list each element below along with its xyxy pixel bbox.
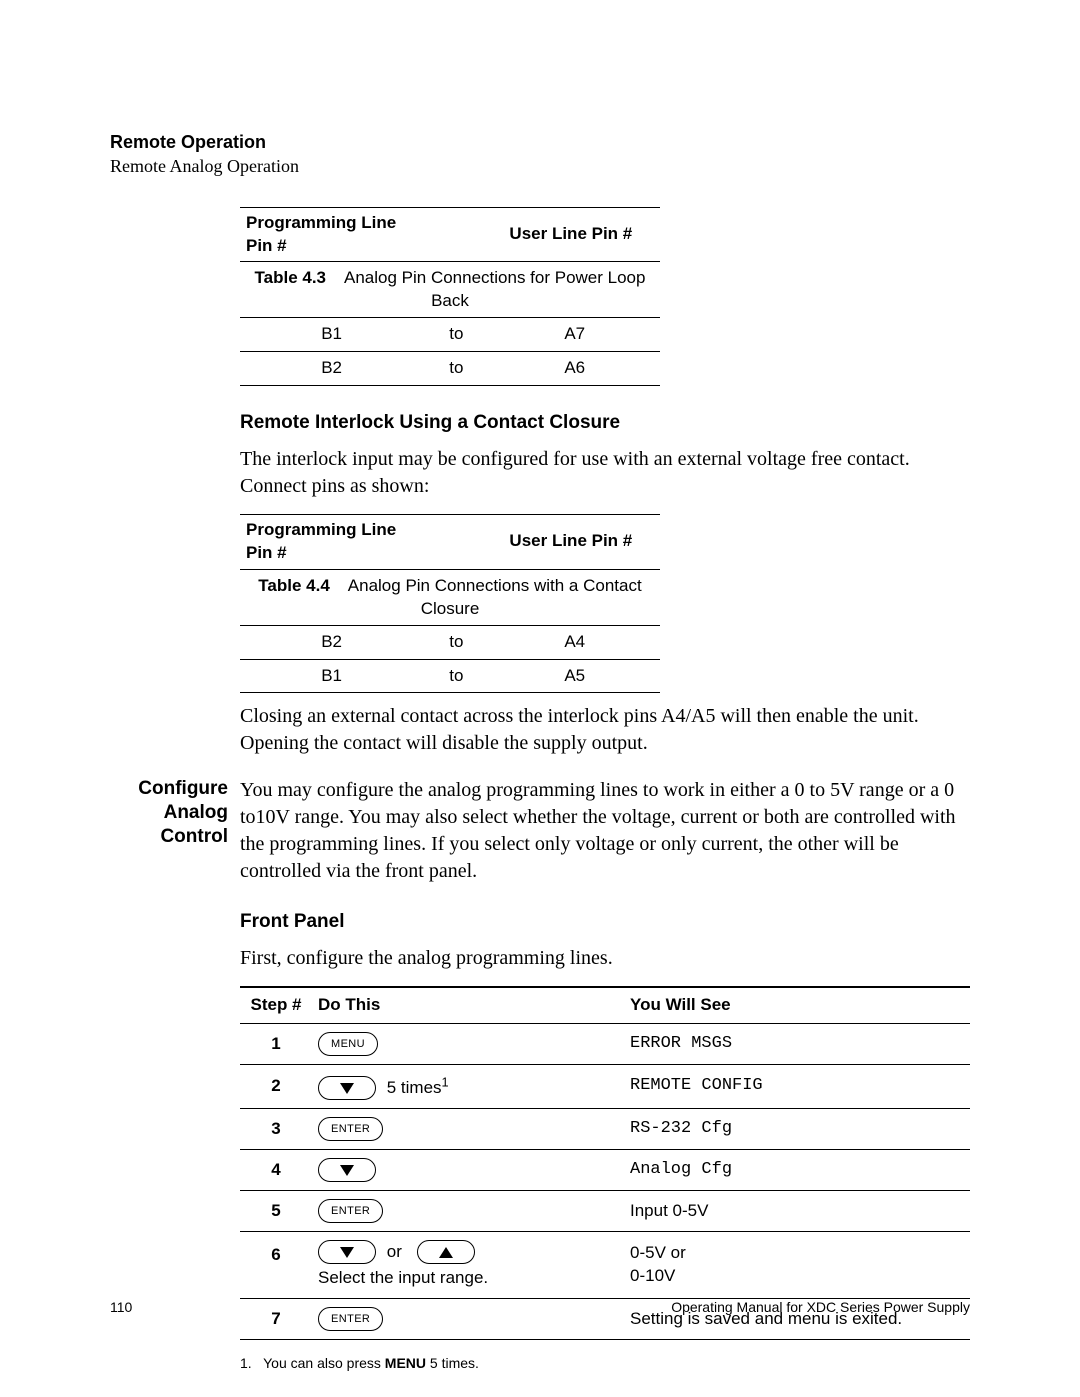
col-you-will-see: You Will See bbox=[624, 987, 970, 1023]
step-number: 1 bbox=[240, 1024, 312, 1065]
col-step: Step # bbox=[240, 987, 312, 1023]
footnote-bold: MENU bbox=[385, 1355, 426, 1371]
table-row: 6 or Select the input range. bbox=[240, 1232, 970, 1299]
triangle-down-icon bbox=[340, 1083, 354, 1094]
col-middle bbox=[423, 514, 489, 569]
header-title: Remote Operation bbox=[110, 130, 970, 154]
footnote-post: 5 times. bbox=[426, 1355, 479, 1371]
step-do bbox=[312, 1150, 624, 1191]
col-prog-pin: Programming Line Pin # bbox=[240, 207, 423, 262]
col-middle bbox=[423, 207, 489, 262]
step-number: 6 bbox=[240, 1232, 312, 1299]
step-see: Analog Cfg bbox=[624, 1150, 970, 1191]
menu-button: MENU bbox=[318, 1032, 378, 1056]
cell: B1 bbox=[240, 318, 423, 352]
step-number: 2 bbox=[240, 1065, 312, 1109]
enter-button: ENTER bbox=[318, 1199, 383, 1223]
cell: B2 bbox=[240, 625, 423, 659]
enter-button: ENTER bbox=[318, 1117, 383, 1141]
table-4-3: Table 4.3 Analog Pin Connections for Pow… bbox=[240, 207, 660, 387]
col-do-this: Do This bbox=[312, 987, 624, 1023]
step-do: ENTER bbox=[312, 1191, 624, 1232]
heading-remote-interlock: Remote Interlock Using a Contact Closure bbox=[240, 410, 970, 436]
triangle-down-icon bbox=[340, 1165, 354, 1176]
margin-label-configure: Configure Analog Control bbox=[110, 777, 228, 848]
step-see: REMOTE CONFIG bbox=[624, 1065, 970, 1109]
table-4-3-number: Table 4.3 bbox=[255, 268, 327, 287]
cell: A5 bbox=[489, 659, 660, 693]
step-do: or Select the input range. bbox=[312, 1232, 624, 1299]
footer-text: Operating Manual for XDC Series Power Su… bbox=[671, 1298, 970, 1317]
cell: A4 bbox=[489, 625, 660, 659]
step-number: 3 bbox=[240, 1109, 312, 1150]
step-do: 5 times1 bbox=[312, 1065, 624, 1109]
table-row: 3 ENTER RS-232 Cfg bbox=[240, 1109, 970, 1150]
cell: to bbox=[423, 318, 489, 352]
triangle-down-icon bbox=[340, 1247, 354, 1258]
heading-front-panel: Front Panel bbox=[240, 909, 970, 935]
table-row: B1 to A5 bbox=[240, 659, 660, 693]
cell: to bbox=[423, 352, 489, 386]
table-row: B2 to A4 bbox=[240, 625, 660, 659]
up-arrow-button bbox=[417, 1240, 475, 1264]
table-row: 5 ENTER Input 0-5V bbox=[240, 1191, 970, 1232]
table-row: 4 Analog Cfg bbox=[240, 1150, 970, 1191]
cell: B2 bbox=[240, 352, 423, 386]
triangle-up-icon bbox=[439, 1247, 453, 1258]
table-row: B1 to A7 bbox=[240, 318, 660, 352]
footnote: 1. You can also press MENU 5 times. bbox=[240, 1354, 970, 1373]
table-4-4-number: Table 4.4 bbox=[258, 576, 330, 595]
cell: B1 bbox=[240, 659, 423, 693]
cell: to bbox=[423, 659, 489, 693]
down-arrow-button bbox=[318, 1076, 376, 1100]
down-arrow-button bbox=[318, 1158, 376, 1182]
or-text: or bbox=[387, 1242, 402, 1261]
table-4-3-caption: Analog Pin Connections for Power Loop Ba… bbox=[344, 268, 645, 310]
cell: A7 bbox=[489, 318, 660, 352]
footnote-pre: You can also press bbox=[263, 1355, 385, 1371]
table-4-4-caption: Analog Pin Connections with a Contact Cl… bbox=[348, 576, 642, 618]
footnote-ref: 1 bbox=[442, 1074, 449, 1089]
step-number: 5 bbox=[240, 1191, 312, 1232]
step-do: MENU bbox=[312, 1024, 624, 1065]
step-see: 0-5V or 0-10V bbox=[624, 1232, 970, 1299]
step-do: ENTER bbox=[312, 1109, 624, 1150]
table-header-row: Programming Line Pin # User Line Pin # bbox=[240, 514, 660, 569]
col-prog-pin: Programming Line Pin # bbox=[240, 514, 423, 569]
footnote-num: 1. bbox=[240, 1355, 252, 1371]
col-user-pin: User Line Pin # bbox=[489, 514, 660, 569]
cell: A6 bbox=[489, 352, 660, 386]
table-row: B2 to A6 bbox=[240, 352, 660, 386]
step-see: RS-232 Cfg bbox=[624, 1109, 970, 1150]
steps-table: Step # Do This You Will See 1 MENU ERROR… bbox=[240, 986, 970, 1340]
table-4-4: Table 4.4 Analog Pin Connections with a … bbox=[240, 514, 660, 694]
front-panel-intro: First, configure the analog programming … bbox=[240, 945, 970, 972]
interlock-p1: The interlock input may be configured fo… bbox=[240, 446, 970, 500]
header-subtitle: Remote Analog Operation bbox=[110, 154, 970, 178]
step-after: 5 times bbox=[387, 1078, 442, 1097]
step-see: Input 0-5V bbox=[624, 1191, 970, 1232]
col-user-pin: User Line Pin # bbox=[489, 207, 660, 262]
step-see: ERROR MSGS bbox=[624, 1024, 970, 1065]
step-number: 4 bbox=[240, 1150, 312, 1191]
table-row: 1 MENU ERROR MSGS bbox=[240, 1024, 970, 1065]
down-arrow-button bbox=[318, 1240, 376, 1264]
table-header-row: Programming Line Pin # User Line Pin # bbox=[240, 207, 660, 262]
step-note: Select the input range. bbox=[318, 1267, 618, 1290]
table-row: 2 5 times1 REMOTE CONFIG bbox=[240, 1065, 970, 1109]
page-number: 110 bbox=[110, 1298, 132, 1317]
configure-p1: You may configure the analog programming… bbox=[240, 777, 970, 885]
table-header-row: Step # Do This You Will See bbox=[240, 987, 970, 1023]
interlock-p2: Closing an external contact across the i… bbox=[240, 703, 970, 757]
cell: to bbox=[423, 625, 489, 659]
